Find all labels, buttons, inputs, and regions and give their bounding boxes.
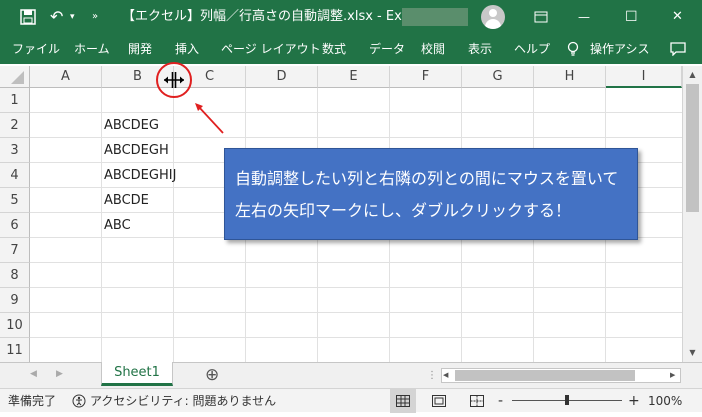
column-header-h[interactable]: H <box>534 66 606 88</box>
column-header-d[interactable]: D <box>246 66 318 88</box>
gridline <box>30 287 682 288</box>
maximize-button[interactable]: ☐ <box>625 0 638 34</box>
undo-dropdown-icon[interactable]: ▾ <box>70 0 80 34</box>
tab-view[interactable]: 表示 <box>468 34 492 64</box>
zoom-slider-thumb[interactable] <box>565 395 569 405</box>
tab-page-layout[interactable]: ページ レイアウト <box>221 34 321 64</box>
column-resize-cursor-icon[interactable] <box>163 72 185 88</box>
zoom-in-button[interactable]: + <box>628 389 640 413</box>
sheet-prev-icon[interactable]: ◀ <box>30 369 37 379</box>
scroll-down-icon[interactable]: ▼ <box>686 346 699 359</box>
user-name-box <box>402 8 468 26</box>
callout-line-2: 左右の矢印マークにし、ダブルクリックする！ <box>235 201 572 220</box>
status-ready: 準備完了 <box>8 394 57 408</box>
ribbon-display-options-icon[interactable] <box>534 0 548 34</box>
ribbon-tabs: ファイル ホーム 開発 挿入 ページ レイアウト 数式 データ 校閲 表示 ヘル… <box>0 34 702 64</box>
zoom-level[interactable]: 100% <box>648 389 682 413</box>
vertical-scroll-thumb[interactable] <box>686 84 699 212</box>
tab-insert[interactable]: 挿入 <box>175 34 199 64</box>
column-header-a[interactable]: A <box>30 66 102 88</box>
add-sheet-button[interactable]: ⊕ <box>205 364 219 386</box>
row-header-4[interactable]: 4 <box>0 163 30 188</box>
row-header-5[interactable]: 5 <box>0 188 30 213</box>
window-title: 【エクセル】列幅／行高さの自動調整.xlsx - Excel <box>122 9 421 24</box>
customize-toolbar-icon[interactable]: » <box>92 0 102 34</box>
tab-review[interactable]: 校閲 <box>421 34 445 64</box>
tab-data[interactable]: データ <box>369 34 405 64</box>
cell-b5[interactable]: ABCDE <box>104 188 149 213</box>
zoom-out-button[interactable]: - <box>498 389 503 413</box>
account-avatar[interactable] <box>481 5 505 29</box>
scroll-up-icon[interactable]: ▲ <box>686 68 699 81</box>
lightbulb-icon[interactable] <box>567 34 579 64</box>
gridline <box>101 88 102 362</box>
annotation-arrow-icon <box>192 100 226 136</box>
cell-b2[interactable]: ABCDEG <box>104 113 159 138</box>
scroll-left-icon[interactable]: ◀ <box>443 369 448 382</box>
minimize-button[interactable]: — <box>578 0 590 34</box>
column-header-f[interactable]: F <box>390 66 462 88</box>
row-header-9[interactable]: 9 <box>0 288 30 313</box>
gridline <box>173 88 174 362</box>
normal-view-icon[interactable] <box>390 389 416 413</box>
zoom-slider[interactable] <box>512 395 622 405</box>
split-handle-icon[interactable]: ⋮ <box>427 370 437 381</box>
sheet-tab-sheet1[interactable]: Sheet1 <box>101 362 173 386</box>
horizontal-scroll-thumb[interactable] <box>455 370 635 381</box>
instruction-callout: 自動調整したい列と右隣の列との間にマウスを置いて 左右の矢印マークにし、ダブルク… <box>224 148 638 240</box>
page-layout-view-icon[interactable] <box>432 389 446 413</box>
row-header-6[interactable]: 6 <box>0 213 30 238</box>
row-header-1[interactable]: 1 <box>0 88 30 113</box>
tab-home[interactable]: ホーム <box>74 34 110 64</box>
page-break-view-icon[interactable] <box>470 389 484 413</box>
row-header-7[interactable]: 7 <box>0 238 30 263</box>
column-header-i[interactable]: I <box>606 66 682 88</box>
row-header-2[interactable]: 2 <box>0 113 30 138</box>
tab-developer[interactable]: 開発 <box>128 34 152 64</box>
select-all-corner[interactable] <box>0 66 30 88</box>
column-header-e[interactable]: E <box>318 66 390 88</box>
tab-file[interactable]: ファイル <box>12 34 60 64</box>
tab-tell-me[interactable]: 操作アシス <box>590 34 654 64</box>
row-header-10[interactable]: 10 <box>0 313 30 338</box>
sheet-next-icon[interactable]: ▶ <box>56 369 63 379</box>
cell-b3[interactable]: ABCDEGH <box>104 138 169 163</box>
sheet-tab-bar: ◀ ▶ Sheet1 ⊕ ⋮ ◀ ▶ <box>0 362 702 388</box>
callout-line-1: 自動調整したい列と右隣の列との間にマウスを置いて <box>235 169 619 188</box>
tab-formulas[interactable]: 数式 <box>322 34 346 64</box>
vertical-scrollbar[interactable]: ▲ ▼ <box>682 66 702 362</box>
row-header-11[interactable]: 11 <box>0 338 30 362</box>
cell-b4[interactable]: ABCDEGHIJ <box>104 163 176 188</box>
horizontal-scrollbar[interactable]: ◀ ▶ <box>441 368 681 383</box>
title-bar: ↶ ▾ » 【エクセル】列幅／行高さの自動調整.xlsx - Excel — ☐… <box>0 0 702 34</box>
save-icon[interactable] <box>20 0 38 34</box>
column-header-g[interactable]: G <box>462 66 534 88</box>
gridline <box>30 262 682 263</box>
accessibility-icon[interactable] <box>72 389 86 413</box>
tab-help[interactable]: ヘルプ <box>514 34 550 64</box>
undo-icon[interactable]: ↶ <box>50 0 68 34</box>
row-header-3[interactable]: 3 <box>0 138 30 163</box>
status-accessibility[interactable]: アクセシビリティ: 問題ありません <box>90 389 276 413</box>
gridline <box>30 312 682 313</box>
gridline <box>30 337 682 338</box>
row-header-8[interactable]: 8 <box>0 263 30 288</box>
cell-b6[interactable]: ABC <box>104 213 131 238</box>
scroll-right-icon[interactable]: ▶ <box>670 369 675 382</box>
status-bar: 準備完了 アクセシビリティ: 問題ありません - + 100% <box>0 388 702 413</box>
comment-icon[interactable] <box>670 34 688 64</box>
close-button[interactable]: ✕ <box>672 0 683 34</box>
